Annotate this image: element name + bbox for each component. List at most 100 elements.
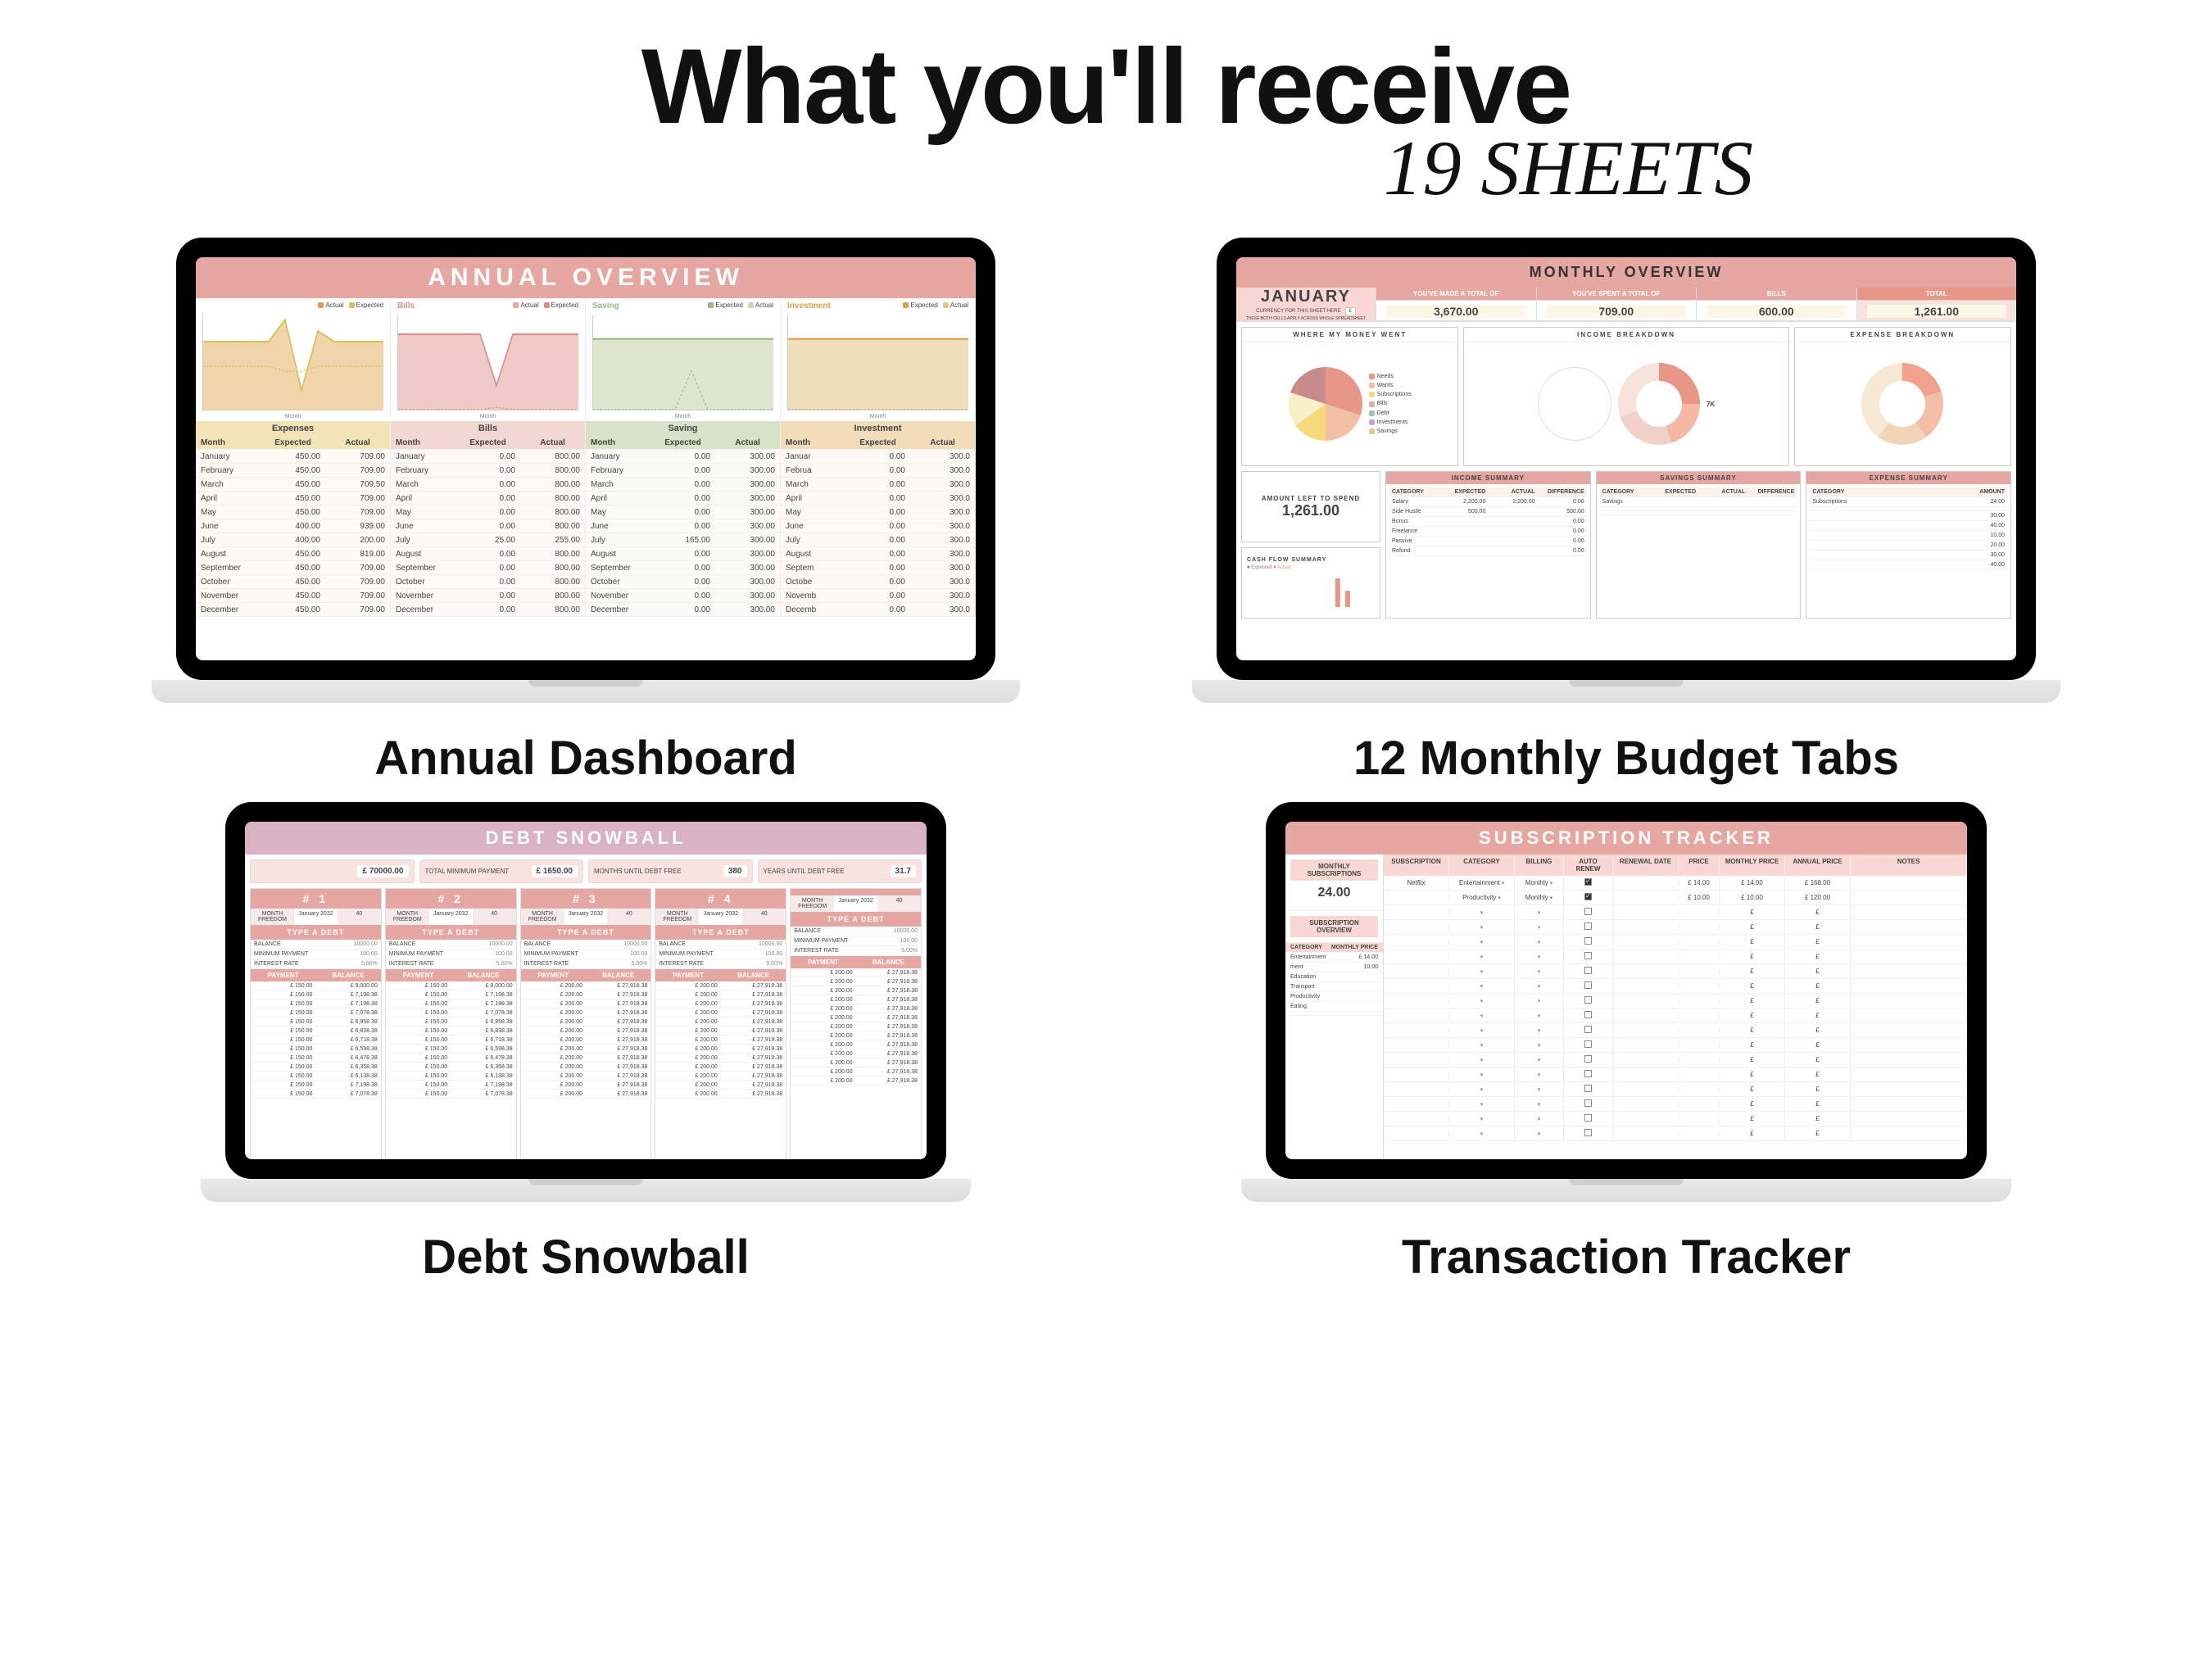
tracker-table: SUBSCRIPTIONCATEGORYBILLINGAUTO RENEWREN… (1384, 854, 1967, 1159)
checkbox-icon[interactable] (1584, 1011, 1592, 1018)
checkbox-icon[interactable] (1584, 878, 1592, 886)
checkbox-icon[interactable] (1584, 996, 1592, 1004)
stat-bills-value: 600.00 (1696, 301, 1856, 321)
cash-flow: CASH FLOW SUMMARY■ Expected ■ Actual (1241, 547, 1380, 619)
debt-stat-2: MONTHS UNTIL DEBT FREE380 (588, 859, 753, 883)
laptop-base-icon (1192, 680, 2060, 703)
checkbox-icon[interactable] (1584, 1129, 1592, 1136)
caption-annual: Annual Dashboard (374, 731, 797, 786)
table-row: ££ (1384, 1023, 1967, 1038)
table-row: ££ (1384, 1038, 1967, 1053)
card-debt: DEBT SNOWBALL £ 70000.00TOTAL MINIMUM PAY… (123, 802, 1049, 1285)
screen-debt: DEBT SNOWBALL £ 70000.00TOTAL MINIMUM PAY… (245, 822, 927, 1159)
annual-title: ANNUAL OVERVIEW (196, 257, 976, 298)
checkbox-icon[interactable] (1584, 1085, 1592, 1092)
table-row: ££ (1384, 1126, 1967, 1141)
checkbox-icon[interactable] (1584, 908, 1592, 915)
stat-made-value: 3,670.00 (1376, 301, 1536, 321)
checkbox-icon[interactable] (1584, 893, 1592, 900)
annual-table-bills: BillsMonthExpectedActualJanuary0.00800.0… (391, 421, 586, 617)
card-tracker: SUBSCRIPTION TRACKERMONTHLY SUBSCRIPTION… (1163, 802, 2089, 1285)
checkbox-icon[interactable] (1584, 967, 1592, 974)
pie-chart-icon (1289, 367, 1362, 441)
page-header: What you'll receive 19 SHEETS (0, 25, 2212, 213)
annual-table-investment: InvestmentMonthExpectedActualJanuar0.003… (781, 421, 976, 617)
caption-debt: Debt Snowball (422, 1230, 750, 1285)
debt-column-2: # 2MONTH FREEDOMJanuary 203240TYPE A DEB… (385, 888, 517, 1159)
laptop-annual: ANNUAL OVERVIEW ActualExpectedMonthBills… (176, 238, 995, 703)
annual-table-expenses: ExpensesMonthExpectedActualJanuary450.00… (196, 421, 391, 617)
box-expense-breakdown: EXPENSE BREAKDOWN (1794, 327, 2011, 466)
bar-chart-icon (1249, 570, 1372, 611)
annual-chart-investment: InvestmentExpectedActualMonth (781, 298, 976, 421)
stat-total-label: TOTAL (1856, 288, 2017, 301)
debt-column-5: MONTH FREEDOMJanuary 203240TYPE A DEBTBA… (790, 888, 922, 1159)
table-row: ££ (1384, 1053, 1967, 1067)
table-row: ££ (1384, 1082, 1967, 1097)
tracker-sidebar: MONTHLY SUBSCRIPTIONS24.00SUBSCRIPTION O… (1285, 854, 1384, 1159)
table-row: ££ (1384, 979, 1967, 994)
checkbox-icon[interactable] (1584, 1026, 1592, 1033)
laptop-base-icon (152, 680, 1020, 703)
summary-expense: EXPENSE SUMMARYCATEGORYAMOUNTSubscriptio… (1806, 471, 2011, 619)
monthly-title: MONTHLY OVERVIEW (1236, 257, 2016, 288)
table-row: ££ (1384, 1097, 1967, 1112)
annual-chart-saving: SavingExpectedActualMonth (586, 298, 781, 421)
stat-bills-label: BILLS (1696, 288, 1856, 301)
table-row: ££ (1384, 935, 1967, 950)
checkbox-icon[interactable] (1584, 1114, 1592, 1122)
summary-income: INCOME SUMMARYCATEGORYEXPECTEDACTUALDIFF… (1385, 471, 1591, 619)
stat-made-label: YOU'VE MADE A TOTAL OF (1376, 288, 1536, 301)
checkbox-icon[interactable] (1584, 952, 1592, 959)
pie-chart-icon (1538, 367, 1611, 441)
table-row: ££ (1384, 1067, 1967, 1082)
laptop-monthly: MONTHLY OVERVIEWJANUARYCURRENCY FOR THIS… (1217, 238, 2036, 703)
tracker-title: SUBSCRIPTION TRACKER (1285, 822, 1967, 854)
stat-total-value: 1,261.00 (1856, 301, 2017, 321)
table-row: ££ (1384, 1112, 1967, 1126)
laptop-tracker: SUBSCRIPTION TRACKERMONTHLY SUBSCRIPTION… (1266, 802, 1987, 1202)
checkbox-icon[interactable] (1584, 1070, 1592, 1077)
annual-chart-bills: BillsActualExpectedMonth (391, 298, 586, 421)
table-row: ££ (1384, 994, 1967, 1009)
table-row: ££ (1384, 950, 1967, 964)
debt-stat-3: YEARS UNTIL DEBT FREE31.7 (758, 859, 922, 883)
checkbox-icon[interactable] (1584, 1099, 1592, 1107)
checkbox-icon[interactable] (1584, 1040, 1592, 1048)
left-to-spend: AMOUNT LEFT TO SPEND1,261.00 (1241, 471, 1380, 542)
box-income-breakdown: INCOME BREAKDOWN7K (1463, 327, 1788, 466)
table-row: NetflixEntertainmentMonthly£ 14.00£ 14.0… (1384, 876, 1967, 891)
box-where: WHERE MY MONEY WENTNeedsWantsSubscriptio… (1241, 327, 1458, 466)
caption-tracker: Transaction Tracker (1402, 1230, 1851, 1285)
debt-stat-0: £ 70000.00 (250, 859, 415, 883)
card-monthly: MONTHLY OVERVIEWJANUARYCURRENCY FOR THIS… (1163, 238, 2089, 786)
debt-title: DEBT SNOWBALL (245, 822, 927, 854)
stat-spent-label: YOU'VE SPENT A TOTAL OF (1536, 288, 1697, 301)
summary-savings: SAVINGS SUMMARYCATEGORYEXPECTEDACTUALDIF… (1596, 471, 1802, 619)
table-row: ££ (1384, 1009, 1967, 1023)
debt-column-1: # 1MONTH FREEDOMJanuary 203240TYPE A DEB… (250, 888, 382, 1159)
checkbox-icon[interactable] (1584, 922, 1592, 930)
table-row: ££ (1384, 964, 1967, 979)
card-annual: ANNUAL OVERVIEW ActualExpectedMonthBills… (123, 238, 1049, 786)
debt-column-3: # 3MONTH FREEDOMJanuary 203240TYPE A DEB… (520, 888, 652, 1159)
debt-column-4: # 4MONTH FREEDOMJanuary 203240TYPE A DEB… (655, 888, 786, 1159)
caption-monthly: 12 Monthly Budget Tabs (1353, 731, 1899, 786)
screen-monthly: MONTHLY OVERVIEWJANUARYCURRENCY FOR THIS… (1236, 257, 2016, 660)
screen-annual: ANNUAL OVERVIEW ActualExpectedMonthBills… (196, 257, 976, 660)
laptop-base-icon (1241, 1179, 2011, 1202)
laptop-base-icon (201, 1179, 971, 1202)
screen-tracker: SUBSCRIPTION TRACKERMONTHLY SUBSCRIPTION… (1285, 822, 1967, 1159)
stat-spent-value: 709.00 (1536, 301, 1697, 321)
checkbox-icon[interactable] (1584, 937, 1592, 945)
annual-table-saving: SavingMonthExpectedActualJanuary0.00300.… (586, 421, 781, 617)
donut-chart-icon (1861, 363, 1943, 445)
table-row: ProductivityMonthly£ 10.00£ 10.00£ 120.0… (1384, 891, 1967, 905)
debt-stat-1: TOTAL MINIMUM PAYMENT£ 1650.00 (419, 859, 584, 883)
checkbox-icon[interactable] (1584, 1055, 1592, 1063)
table-row: ££ (1384, 905, 1967, 920)
annual-chart-expenses: ActualExpectedMonth (196, 298, 391, 421)
donut-chart-icon (1618, 363, 1700, 445)
checkbox-icon[interactable] (1584, 981, 1592, 989)
table-row: ££ (1384, 920, 1967, 935)
